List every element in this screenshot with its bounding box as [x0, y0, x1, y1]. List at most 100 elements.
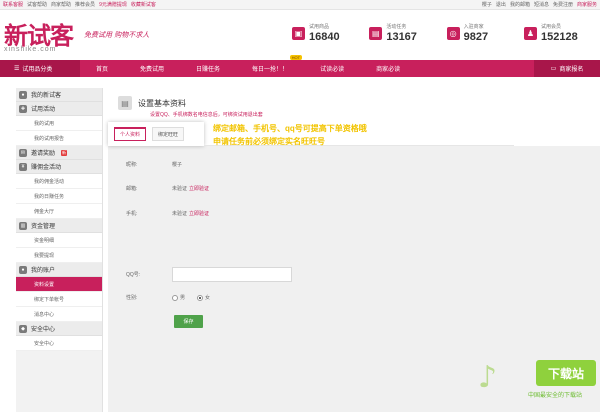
nav-item-daily-grab[interactable]: 每日一抢！！ HOT — [236, 55, 304, 77]
sidebar-section-invite[interactable]: ✉ 邀请奖励新 — [16, 146, 102, 160]
email-status: 未验证 — [172, 186, 188, 192]
main-nav: ☰ 试用品分类 首页 免费试用 日赚任务 每日一抢！！ HOT 试读必读 商家必读 … — [0, 55, 600, 77]
topbar-link-merchant-service[interactable]: 商家服务 — [577, 1, 597, 8]
topbar-link-support[interactable]: 联系客服 — [3, 1, 23, 8]
sidebar-item-fund-details[interactable]: 资金明细 — [16, 233, 102, 248]
profile-settings-panel: ▤ 设置基本资料 设置QQ、手机绑数名电信息后，可绑资试用退出套 个人资料 绑定… — [108, 88, 600, 412]
tab-personal-info[interactable]: 个人资料 — [114, 127, 147, 141]
nav-item-trial-guide[interactable]: 试读必读 — [304, 60, 360, 77]
new-badge: 新 — [61, 149, 68, 156]
sidebar-item-message-center[interactable]: 消息中心 — [16, 307, 102, 322]
topbar-link-logout[interactable]: 退出 — [496, 1, 506, 8]
stat-value: 9827 — [463, 31, 489, 43]
nickname-value: 樱子 — [172, 162, 183, 168]
page-subtitle: 设置QQ、手机绑数名电信息后，可绑资试用退出套 — [150, 112, 263, 118]
category-menu-button[interactable]: ☰ 试用品分类 — [0, 60, 80, 77]
topbar-link-mailbox[interactable]: 我的邮箱 — [510, 1, 530, 8]
merchant-icon: ◎ — [446, 27, 460, 40]
qq-input[interactable] — [172, 267, 292, 282]
sidebar-section-account[interactable]: ● 我的账户 — [16, 263, 102, 277]
stat-value: 16840 — [309, 31, 340, 43]
stat-value: 13167 — [386, 31, 417, 43]
topbar-link-withdraw[interactable]: 9元满赠提现 — [99, 1, 127, 8]
site-slogan: 免费试用 购物不求人 — [84, 31, 150, 39]
nav-item-merchant-guide[interactable]: 商家必读 — [360, 60, 416, 77]
sidebar-item-commission-hall[interactable]: 佣金大厅 — [16, 204, 102, 219]
binding-tip-annotation: 绑定邮箱、手机号、qq号可提高下单资格哦 申请任务前必须绑定实名旺旺号 — [213, 122, 403, 148]
sidebar-section-label: 赚佣金活动 — [31, 165, 62, 171]
nickname-label: 昵称: — [126, 162, 138, 168]
sidebar-section-label: 我的账户 — [31, 268, 56, 274]
gender-male-label: 男 — [180, 295, 186, 301]
sidebar-section-funds[interactable]: ▥ 资金管理 — [16, 219, 102, 233]
account-sidebar: ● 我的新试客 ✚ 试用活动 我的试用 我的试用报告 ✉ 邀请奖励新 ¥ 赚佣金活动 我… — [16, 88, 103, 412]
sidebar-item-profile-settings[interactable]: 资料设置 — [16, 277, 102, 292]
email-row: 邮箱: 未验证 立即验证 — [126, 185, 209, 192]
nav-item-daily-tasks[interactable]: 日赚任务 — [180, 60, 236, 77]
stat-products: ▣ 试用商品 16840 — [292, 24, 368, 43]
topbar-link-messages[interactable]: 短消息 — [534, 1, 549, 8]
product-icon: ▣ — [292, 27, 305, 40]
stat-label: 活动任务 — [386, 24, 407, 30]
sidebar-section-trials[interactable]: ✚ 试用活动 — [16, 102, 102, 116]
sidebar-section-commission[interactable]: ¥ 赚佣金活动 — [16, 160, 102, 174]
sidebar-item-my-trials[interactable]: 我的试用 — [16, 116, 102, 131]
nav-item-free-trial[interactable]: 免费试用 — [124, 60, 180, 77]
gender-row: 性别: 男 女 — [126, 294, 210, 301]
nav-item-home[interactable]: 首页 — [80, 60, 124, 77]
phone-verify-link[interactable]: 立即验证 — [189, 210, 209, 217]
sidebar-item-security-center[interactable]: 安全中心 — [16, 336, 102, 351]
site-stats: ▣ 试用商品 16840 ▤ 活动任务 13167 ◎ 入驻商家 9827 ♟ 试用会… — [292, 24, 600, 43]
sidebar-item-withdraw[interactable]: 我要提现 — [16, 248, 102, 263]
hot-badge: HOT — [289, 55, 303, 60]
sidebar-section-security[interactable]: ◆ 安全中心 — [16, 322, 102, 336]
stat-value: 152128 — [540, 31, 578, 43]
email-verify-link[interactable]: 立即验证 — [189, 185, 209, 192]
sidebar-item-bind-order-account[interactable]: 绑定下单帐号 — [16, 292, 102, 307]
qq-row: QQ号: — [126, 267, 292, 282]
sidebar-section-my-home[interactable]: ● 我的新试客 — [16, 88, 102, 102]
phone-label: 手机: — [126, 211, 138, 217]
menu-icon: ☰ — [14, 66, 20, 72]
topbar-link-referral[interactable]: 推荐会员 — [75, 1, 95, 8]
site-logo-domain: xinshike.com — [4, 46, 57, 53]
category-menu-label: 试用品分类 — [22, 67, 53, 73]
sidebar-section-label: 我的新试客 — [31, 93, 62, 99]
tab-bind-wangwang[interactable]: 绑定旺旺 — [152, 127, 185, 141]
user-icon: ● — [19, 90, 27, 99]
sidebar-section-label: 试用活动 — [31, 107, 56, 113]
sidebar-item-daily-tasks[interactable]: 我的日赚任务 — [16, 189, 102, 204]
topbar-link-register[interactable]: 免费注册 — [553, 1, 573, 8]
gender-label: 性别: — [126, 295, 138, 301]
nav-item-daily-grab-label: 每日一抢！！ — [252, 67, 289, 73]
merchant-signup-button[interactable]: ▭ 商家报名 — [534, 60, 600, 77]
nickname-row: 昵称: 樱子 — [126, 161, 182, 168]
download-site-caption: 中国最安全的下载站 — [528, 393, 583, 399]
topbar-link-tester-help[interactable]: 试客帮助 — [27, 1, 47, 8]
save-button[interactable]: 保存 — [174, 315, 203, 328]
sidebar-section-label: 邀请奖励 — [31, 151, 56, 157]
topbar-link-bookmark[interactable]: 收藏新试客 — [131, 1, 156, 8]
monitor-icon: ▭ — [550, 66, 557, 72]
download-site-logo-mark: ♪ — [478, 360, 498, 395]
shield-icon: ◆ — [19, 324, 27, 333]
profile-card-icon: ▤ — [118, 96, 132, 110]
gender-male-radio[interactable] — [172, 294, 178, 301]
member-icon: ♟ — [523, 27, 537, 40]
phone-status: 未验证 — [172, 211, 188, 217]
binding-tip-line-1: 绑定邮箱、手机号、qq号可提高下单资格哦 — [213, 124, 367, 133]
task-icon: ▤ — [369, 27, 383, 40]
topbar-username[interactable]: 樱子 — [482, 1, 492, 8]
invite-icon: ✉ — [19, 148, 27, 157]
page-title: 设置基本资料 — [138, 98, 186, 108]
download-site-badge: 下载站 — [536, 360, 596, 386]
gender-female-radio[interactable] — [197, 294, 204, 301]
binding-tip-line-2: 申请任务前必须绑定实名旺旺号 — [213, 137, 325, 146]
merchant-signup-label: 商家报名 — [559, 67, 584, 73]
account-icon: ● — [19, 265, 27, 274]
sidebar-item-trial-reports[interactable]: 我的试用报告 — [16, 131, 102, 146]
sidebar-item-commission-activities[interactable]: 我的佣金活动 — [16, 174, 102, 189]
qq-label: QQ号: — [126, 272, 141, 278]
topbar-link-merchant-help[interactable]: 商家帮助 — [51, 1, 71, 8]
wallet-icon: ▥ — [19, 221, 27, 230]
